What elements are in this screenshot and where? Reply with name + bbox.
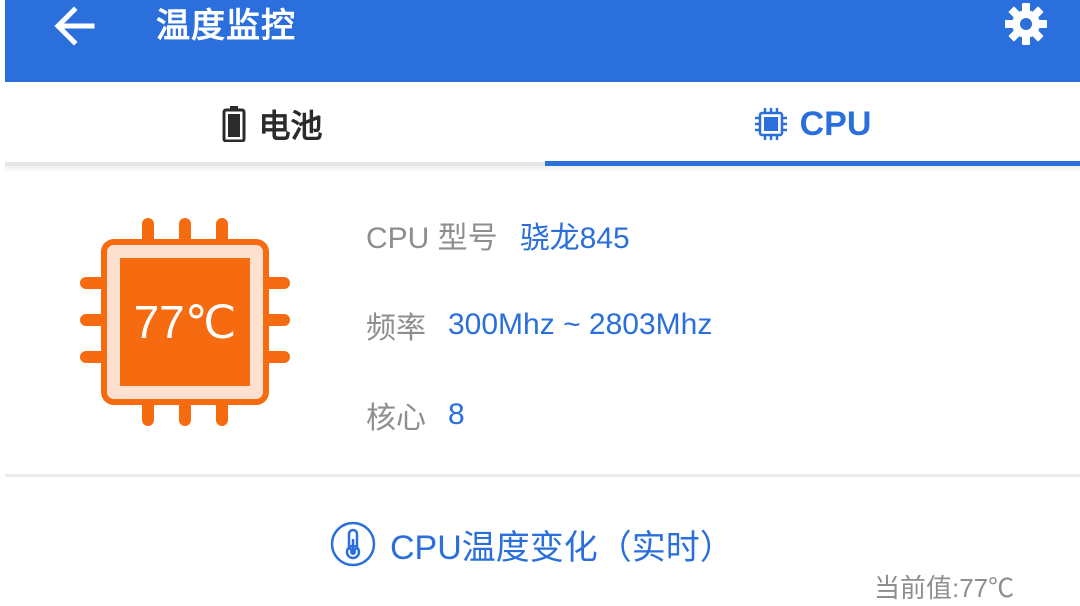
back-button[interactable]: [48, 2, 100, 50]
tab-shadow: [0, 166, 1080, 172]
temperature-monitor-screen: 温度监控 电池 CPU 77℃ CPU 型号 骁龙845 频率 300Mhz ~…: [0, 0, 1080, 606]
arrow-left-icon: [54, 6, 95, 46]
cpu-model-value: 骁龙845: [519, 222, 630, 255]
cpu-model-row: CPU 型号 骁龙845: [366, 215, 630, 255]
cpu-cores-row: 核心 8: [366, 395, 465, 435]
cpu-frequency-row: 频率 300Mhz ~ 2803Mhz: [366, 305, 712, 345]
cpu-model-label: CPU 型号: [366, 222, 498, 255]
screen-edge: [0, 0, 5, 606]
section-divider: [5, 474, 1080, 477]
tab-battery-label: 电池: [258, 107, 323, 145]
cpu-temperature-value: 77℃: [133, 296, 237, 348]
tab-bar: 电池 CPU: [0, 82, 1080, 166]
chart-title: CPU温度变化（实时）: [390, 528, 734, 567]
battery-icon: [222, 106, 246, 142]
temperature-chart-header: CPU温度变化（实时）: [330, 520, 734, 568]
app-bar: 温度监控: [0, 0, 1080, 82]
current-temperature-readout: 当前值:77℃: [874, 573, 1015, 603]
thermometer-icon: [330, 521, 376, 567]
cpu-frequency-label: 频率: [366, 312, 426, 345]
page-title: 温度监控: [156, 6, 296, 46]
tab-battery[interactable]: 电池: [0, 82, 545, 166]
cpu-frequency-value: 300Mhz ~ 2803Mhz: [448, 308, 713, 341]
tab-cpu[interactable]: CPU: [545, 82, 1080, 166]
cpu-chip-icon: [754, 108, 787, 140]
tab-cpu-label: CPU: [799, 104, 872, 143]
cpu-cores-label: 核心: [366, 402, 426, 435]
cpu-cores-value: 8: [448, 398, 465, 431]
gear-icon: [1005, 3, 1047, 45]
settings-button[interactable]: [1000, 0, 1052, 48]
